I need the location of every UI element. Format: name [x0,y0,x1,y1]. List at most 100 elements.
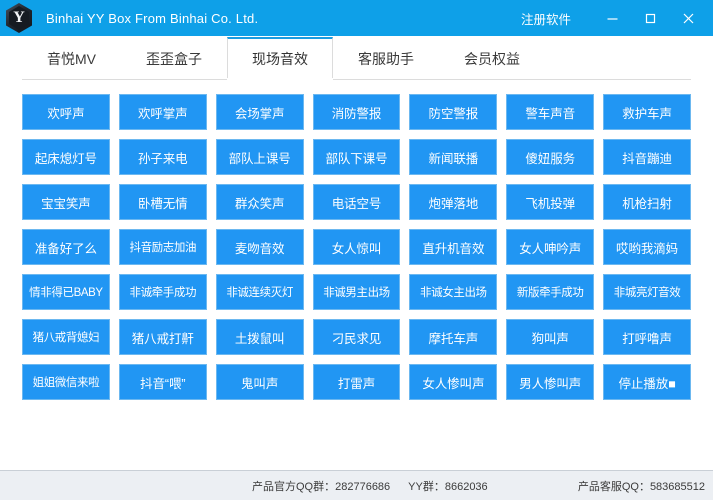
sound-effect-label: 部队上课号 [229,148,291,167]
sound-effect-button[interactable]: 抖音励志加油 [119,229,207,265]
sound-effect-button[interactable]: 情非得已BABY [22,274,110,310]
sound-effect-button[interactable]: 起床熄灯号 [22,139,110,175]
sound-effect-button[interactable]: 部队上课号 [216,139,304,175]
sound-effect-button[interactable]: 飞机投弹 [506,184,594,220]
sound-effect-button[interactable]: 孙子来电 [119,139,207,175]
tab-0[interactable]: 音悦MV [22,37,121,80]
sound-effect-button[interactable]: 直升机音效 [409,229,497,265]
minimize-icon[interactable] [593,3,631,33]
sound-effect-button[interactable]: 女人惨叫声 [409,364,497,400]
sound-effect-button[interactable]: 新版牵手成功 [506,274,594,310]
sound-effect-button[interactable]: 新闻联播 [409,139,497,175]
sound-effect-label: 起床熄灯号 [35,148,97,167]
sound-effect-button[interactable]: 停止播放■ [603,364,691,400]
sound-effect-label: 狗叫声 [532,328,569,347]
sound-effect-button[interactable]: 欢呼掌声 [119,94,207,130]
sound-effect-button[interactable]: 部队下课号 [313,139,401,175]
sound-effect-button[interactable]: 猪八戒打鼾 [119,319,207,355]
sound-effect-label: 女人呻吟声 [519,238,581,257]
maximize-icon[interactable] [631,3,669,33]
sound-effect-button[interactable]: 打雷声 [313,364,401,400]
sound-effect-button[interactable]: 猪八戒背媳妇 [22,319,110,355]
sound-effect-button[interactable]: 非诚女主出场 [409,274,497,310]
sound-effect-button[interactable]: 警车声音 [506,94,594,130]
sound-effect-label: 男人惨叫声 [519,373,581,392]
sound-effects-panel: 欢呼声 欢呼掌声 会场掌声 消防警报 防空警报 警车声音 救护车声起床熄灯号 孙子来电 部队上课… [0,80,713,470]
sound-effect-button[interactable]: 非城亮灯音效 [603,274,691,310]
sound-effect-label: 卧槽无情 [138,193,188,212]
sound-effect-button[interactable]: 防空警报 [409,94,497,130]
sound-effect-button[interactable]: 非诚连续灭灯 [216,274,304,310]
sound-effect-button[interactable]: 欢呼声 [22,94,110,130]
sound-effect-label: 土拨鼠叫 [235,328,285,347]
sound-effect-button[interactable]: 群众笑声 [216,184,304,220]
sound-effect-label: 抖音励志加油 [129,239,196,255]
sound-effect-button[interactable]: 非诚男主出场 [313,274,401,310]
sound-effect-label: 女人惨叫声 [422,373,484,392]
title-bar: Y Binhai YY Box From Binhai Co. Ltd. 注册软… [0,0,713,36]
sound-effect-button[interactable]: 准备好了么 [22,229,110,265]
yy-hexagon-logo-icon: Y [6,3,32,33]
service-qq-text: 产品客服QQ：583685512 [578,478,705,494]
sound-effect-label: 群众笑声 [235,193,285,212]
sound-effect-button[interactable]: 刁民求见 [313,319,401,355]
sound-effect-label: 姐姐微信来啦 [33,374,100,390]
sound-effect-label: 警车声音 [525,103,575,122]
sound-effect-label: 新版牵手成功 [517,284,584,300]
tab-4[interactable]: 会员权益 [439,37,545,80]
sound-effect-button[interactable]: 麦吻音效 [216,229,304,265]
sound-effect-label: 鬼叫声 [241,373,278,392]
tab-label: 会员权益 [464,49,520,69]
sound-effect-button[interactable]: 哎哟我滴妈 [603,229,691,265]
sound-effect-button[interactable]: 摩托车声 [409,319,497,355]
sound-effect-button[interactable]: 男人惨叫声 [506,364,594,400]
sound-effect-label: 女人惊叫 [332,238,382,257]
sound-effect-label: 刁民求见 [332,328,382,347]
sound-effect-button[interactable]: 傻妞服务 [506,139,594,175]
sound-effect-button[interactable]: 炮弹落地 [409,184,497,220]
tab-label: 客服助手 [358,49,414,69]
sound-effect-button[interactable]: 宝宝笑声 [22,184,110,220]
register-software-link[interactable]: 注册软件 [521,9,571,28]
sound-effect-button[interactable]: 女人惊叫 [313,229,401,265]
sound-effect-label: 欢呼掌声 [138,103,188,122]
sound-effect-label: 会场掌声 [235,103,285,122]
sound-effect-label: 情非得已BABY [29,284,102,300]
tab-2[interactable]: 现场音效 [227,37,333,80]
sound-effect-label: 抖音蹦迪 [622,148,672,167]
sound-effect-button[interactable]: 土拨鼠叫 [216,319,304,355]
sound-effect-button[interactable]: 机枪扫射 [603,184,691,220]
sound-effect-label: 新闻联播 [429,148,479,167]
sound-effect-label: 非城亮灯音效 [614,284,681,300]
sound-effect-button[interactable]: 姐姐微信来啦 [22,364,110,400]
sound-effect-button[interactable]: 抖音“喂” [119,364,207,400]
sound-effect-button[interactable]: 救护车声 [603,94,691,130]
sound-effect-button[interactable]: 非诚牵手成功 [119,274,207,310]
tab-label: 现场音效 [252,49,308,69]
close-icon[interactable] [669,3,707,33]
sound-effect-label: 电话空号 [332,193,382,212]
sound-effect-button[interactable]: 抖音蹦迪 [603,139,691,175]
sound-effect-button[interactable]: 打呼噜声 [603,319,691,355]
sound-effect-button[interactable]: 卧槽无情 [119,184,207,220]
sound-effect-label: 部队下课号 [325,148,387,167]
sound-effect-button[interactable]: 消防警报 [313,94,401,130]
tab-bar: 音悦MV 歪歪盒子 现场音效 客服助手 会员权益 [0,36,713,80]
sound-effect-label: 宝宝笑声 [41,193,91,212]
tab-label: 歪歪盒子 [146,49,202,69]
sound-effect-button[interactable]: 会场掌声 [216,94,304,130]
sound-effect-button[interactable]: 鬼叫声 [216,364,304,400]
sound-effect-label: 准备好了么 [35,238,97,257]
sound-effect-label: 傻妞服务 [525,148,575,167]
sound-effect-label: 飞机投弹 [525,193,575,212]
sound-effect-button[interactable]: 电话空号 [313,184,401,220]
sound-effect-label: 消防警报 [332,103,382,122]
sound-effect-button[interactable]: 女人呻吟声 [506,229,594,265]
window-controls: 注册软件 [521,0,713,36]
sound-effect-label: 孙子来电 [138,148,188,167]
tab-1[interactable]: 歪歪盒子 [121,37,227,80]
tab-3[interactable]: 客服助手 [333,37,439,80]
sound-effect-label: 哎哟我滴妈 [616,238,678,257]
sound-effect-button[interactable]: 狗叫声 [506,319,594,355]
sound-effect-label: 非诚牵手成功 [129,284,196,300]
